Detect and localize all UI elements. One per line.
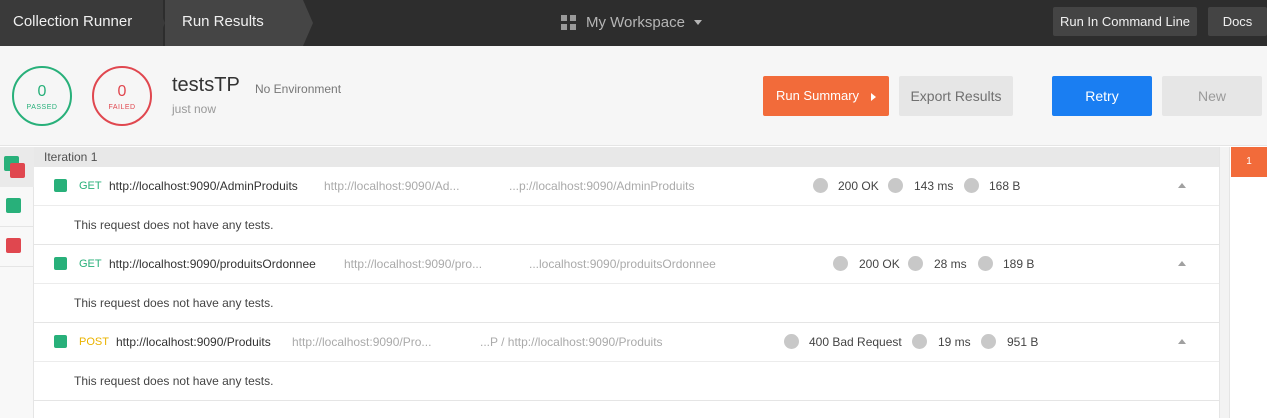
request-url-full: ...P / http://localhost:9090/Produits — [480, 335, 663, 349]
response-size: 951 B — [1007, 335, 1039, 349]
iteration-navigator — [1229, 147, 1267, 418]
workspace-label: My Workspace — [586, 13, 685, 31]
workspace-selector[interactable]: My Workspace — [561, 12, 702, 32]
request-row[interactable]: POST http://localhost:9090/Produits http… — [34, 323, 1219, 362]
play-icon — [871, 92, 877, 101]
failed-label: FAILED — [108, 104, 136, 111]
iteration-header: Iteration 1 — [34, 147, 1219, 167]
fail-status-icon — [10, 163, 25, 178]
pass-status-icon — [54, 335, 67, 348]
request-name[interactable]: http://localhost:9090/Produits — [116, 335, 271, 349]
response-size: 168 B — [989, 179, 1021, 193]
request-tests-message: This request does not have any tests. — [34, 206, 1219, 245]
environment-label: No Environment — [255, 82, 342, 96]
response-size: 189 B — [1003, 257, 1035, 271]
run-in-command-line-button[interactable]: Run In Command Line — [1053, 7, 1197, 36]
scrollbar[interactable] — [1219, 147, 1229, 418]
request-row[interactable]: GET http://localhost:9090/AdminProduits … — [34, 167, 1219, 206]
grid-icon — [561, 14, 576, 30]
request-row[interactable]: GET http://localhost:9090/produitsOrdonn… — [34, 245, 1219, 284]
collapse-icon[interactable] — [1178, 339, 1186, 344]
run-summary-label: Run Summary — [775, 88, 860, 103]
chevron-down-icon — [693, 19, 702, 25]
new-button[interactable]: New — [1162, 76, 1262, 116]
failed-counter: 0 FAILED — [92, 66, 152, 126]
status-filter-failed[interactable] — [0, 227, 34, 267]
export-results-button[interactable]: Export Results — [899, 76, 1013, 116]
iteration-status-summary[interactable] — [0, 147, 34, 187]
response-time: 143 ms — [914, 179, 954, 193]
request-method: GET — [79, 258, 102, 270]
pass-status-icon — [54, 257, 67, 270]
collapse-icon[interactable] — [1178, 183, 1186, 188]
fail-status-icon — [6, 238, 21, 253]
size-dot-icon — [981, 334, 996, 349]
failed-count: 0 — [117, 83, 127, 100]
size-dot-icon — [964, 178, 979, 193]
retry-button[interactable]: Retry — [1052, 76, 1152, 116]
time-dot-icon — [908, 256, 923, 271]
time-dot-icon — [888, 178, 903, 193]
response-time: 19 ms — [938, 335, 971, 349]
request-name[interactable]: http://localhost:9090/AdminProduits — [109, 179, 298, 193]
breadcrumb-separator — [155, 0, 165, 46]
passed-count: 0 — [37, 83, 47, 100]
run-name: testsTP — [172, 74, 240, 96]
run-time: just now — [172, 102, 217, 116]
response-status: 200 OK — [859, 257, 900, 271]
passed-label: PASSED — [26, 104, 58, 111]
breadcrumb-separator — [303, 0, 313, 46]
request-name[interactable]: http://localhost:9090/produitsOrdonnee — [109, 257, 316, 271]
request-url: http://localhost:9090/Pro... — [292, 335, 432, 349]
run-summary-button[interactable]: Run Summary — [763, 76, 889, 116]
request-method: POST — [79, 336, 109, 348]
response-status: 200 OK — [838, 179, 879, 193]
iteration-status-column — [0, 147, 34, 418]
status-dot-icon — [813, 178, 828, 193]
request-method: GET — [79, 180, 102, 192]
docs-button[interactable]: Docs — [1208, 7, 1267, 36]
request-url-full: ...localhost:9090/produitsOrdonnee — [529, 257, 716, 271]
collapse-icon[interactable] — [1178, 261, 1186, 266]
request-url: http://localhost:9090/pro... — [344, 257, 483, 271]
passed-counter: 0 PASSED — [12, 66, 72, 126]
top-bar: Collection Runner Run Results My Workspa… — [0, 0, 1267, 46]
status-dot-icon — [784, 334, 799, 349]
status-dot-icon — [833, 256, 848, 271]
request-tests-message: This request does not have any tests. — [34, 362, 1219, 401]
request-url: http://localhost:9090/Ad... — [324, 179, 460, 193]
request-url-full: ...p://localhost:9090/AdminProduits — [509, 179, 695, 193]
size-dot-icon — [978, 256, 993, 271]
breadcrumb-collection-runner[interactable]: Collection Runner — [0, 0, 163, 46]
time-dot-icon — [912, 334, 927, 349]
response-status: 400 Bad Request — [809, 335, 902, 349]
status-filter-passed[interactable] — [0, 187, 34, 227]
request-tests-message: This request does not have any tests. — [34, 284, 1219, 323]
response-time: 28 ms — [934, 257, 967, 271]
breadcrumb-run-results[interactable]: Run Results — [165, 0, 303, 46]
run-header: 0 PASSED 0 FAILED testsTP No Environment… — [0, 46, 1267, 146]
iteration-badge[interactable]: 1 — [1231, 147, 1267, 177]
pass-status-icon — [6, 198, 21, 213]
pass-status-icon — [54, 179, 67, 192]
